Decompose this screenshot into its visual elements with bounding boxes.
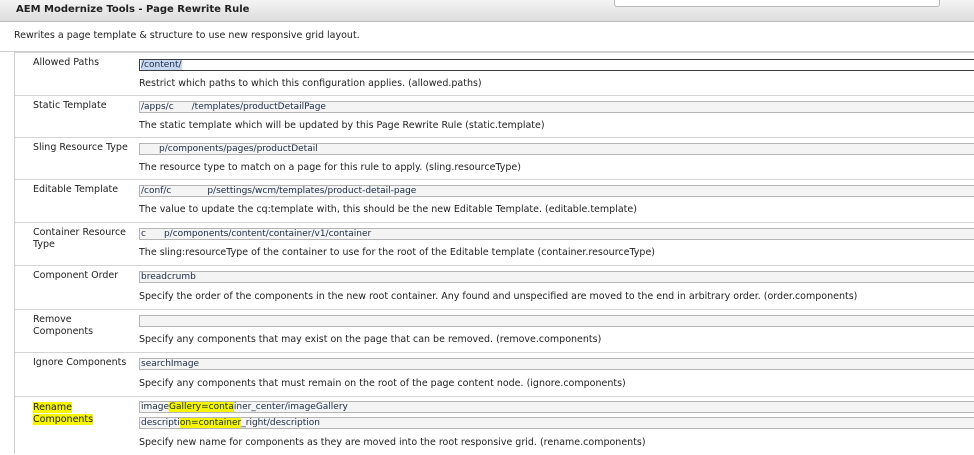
rename-components-help: Specify new name for components as they … bbox=[139, 437, 646, 448]
row-sling-resource-type: Sling Resource Type p/components/pages/p… bbox=[15, 137, 974, 179]
container-resource-type-label: Container Resource Type bbox=[33, 227, 127, 250]
rename-components-input-2[interactable]: description=container_right/description bbox=[139, 417, 974, 429]
allowed-paths-input[interactable]: /content/ bbox=[139, 59, 974, 71]
ignore-components-input[interactable]: searchImage bbox=[139, 358, 974, 370]
row-container-resource-type: Container Resource Type c p/components/c… bbox=[15, 222, 974, 265]
row-rename-components: Rename Components imageGallery=container… bbox=[15, 396, 974, 455]
ignore-components-help: Specify any components that must remain … bbox=[139, 378, 626, 389]
sling-resource-type-input[interactable]: p/components/pages/productDetail bbox=[139, 143, 974, 155]
remove-components-label: Remove Components bbox=[33, 314, 94, 337]
component-order-label: Component Order bbox=[33, 270, 119, 281]
sling-resource-type-help: The resource type to match on a page for… bbox=[139, 162, 521, 173]
component-order-help: Specify the order of the components in t… bbox=[139, 291, 858, 302]
row-remove-components: Remove Components Specify any components… bbox=[15, 309, 974, 352]
allowed-paths-help: Restrict which paths to which this confi… bbox=[139, 78, 482, 89]
row-component-order: Component Order breadcrumb Specify the o… bbox=[15, 265, 974, 309]
row-static-template: Static Template /apps/c /templates/produ… bbox=[15, 95, 974, 137]
allowed-paths-value: /content/ bbox=[141, 60, 182, 70]
container-resource-type-help: The sling:resourceType of the container … bbox=[139, 247, 655, 258]
popup-box bbox=[614, 0, 940, 7]
description-bar: Rewrites a page template & structure to … bbox=[0, 22, 974, 52]
remove-components-input[interactable] bbox=[139, 315, 974, 327]
editable-template-label: Editable Template bbox=[33, 184, 119, 195]
window-title: AEM Modernize Tools - Page Rewrite Rule bbox=[16, 4, 250, 15]
form-description: Rewrites a page template & structure to … bbox=[14, 30, 360, 41]
row-editable-template: Editable Template /conf/c p/settings/wcm… bbox=[15, 179, 974, 222]
rename-components-label: Rename Components bbox=[33, 402, 94, 425]
container-resource-type-input[interactable]: c p/components/content/container/v1/cont… bbox=[139, 228, 974, 240]
allowed-paths-label: Allowed Paths bbox=[33, 57, 100, 68]
rename-components-input-1[interactable]: imageGallery=container_center/imageGalle… bbox=[139, 401, 974, 413]
static-template-input[interactable]: /apps/c /templates/productDetailPage bbox=[139, 101, 974, 113]
ignore-components-label: Ignore Components bbox=[33, 357, 127, 368]
editable-template-help: The value to update the cq:template with… bbox=[139, 204, 637, 215]
editable-template-input[interactable]: /conf/c p/settings/wcm/templates/product… bbox=[139, 185, 974, 197]
remove-components-help: Specify any components that may exist on… bbox=[139, 334, 602, 345]
form-panel: Allowed Paths /content/ Restrict which p… bbox=[14, 52, 974, 454]
static-template-help: The static template which will be update… bbox=[139, 120, 545, 131]
sling-resource-type-label: Sling Resource Type bbox=[33, 142, 128, 153]
component-order-input[interactable]: breadcrumb bbox=[139, 271, 974, 283]
row-ignore-components: Ignore Components searchImage Specify an… bbox=[15, 352, 974, 396]
row-allowed-paths: Allowed Paths /content/ Restrict which p… bbox=[15, 52, 974, 95]
static-template-label: Static Template bbox=[33, 100, 107, 111]
